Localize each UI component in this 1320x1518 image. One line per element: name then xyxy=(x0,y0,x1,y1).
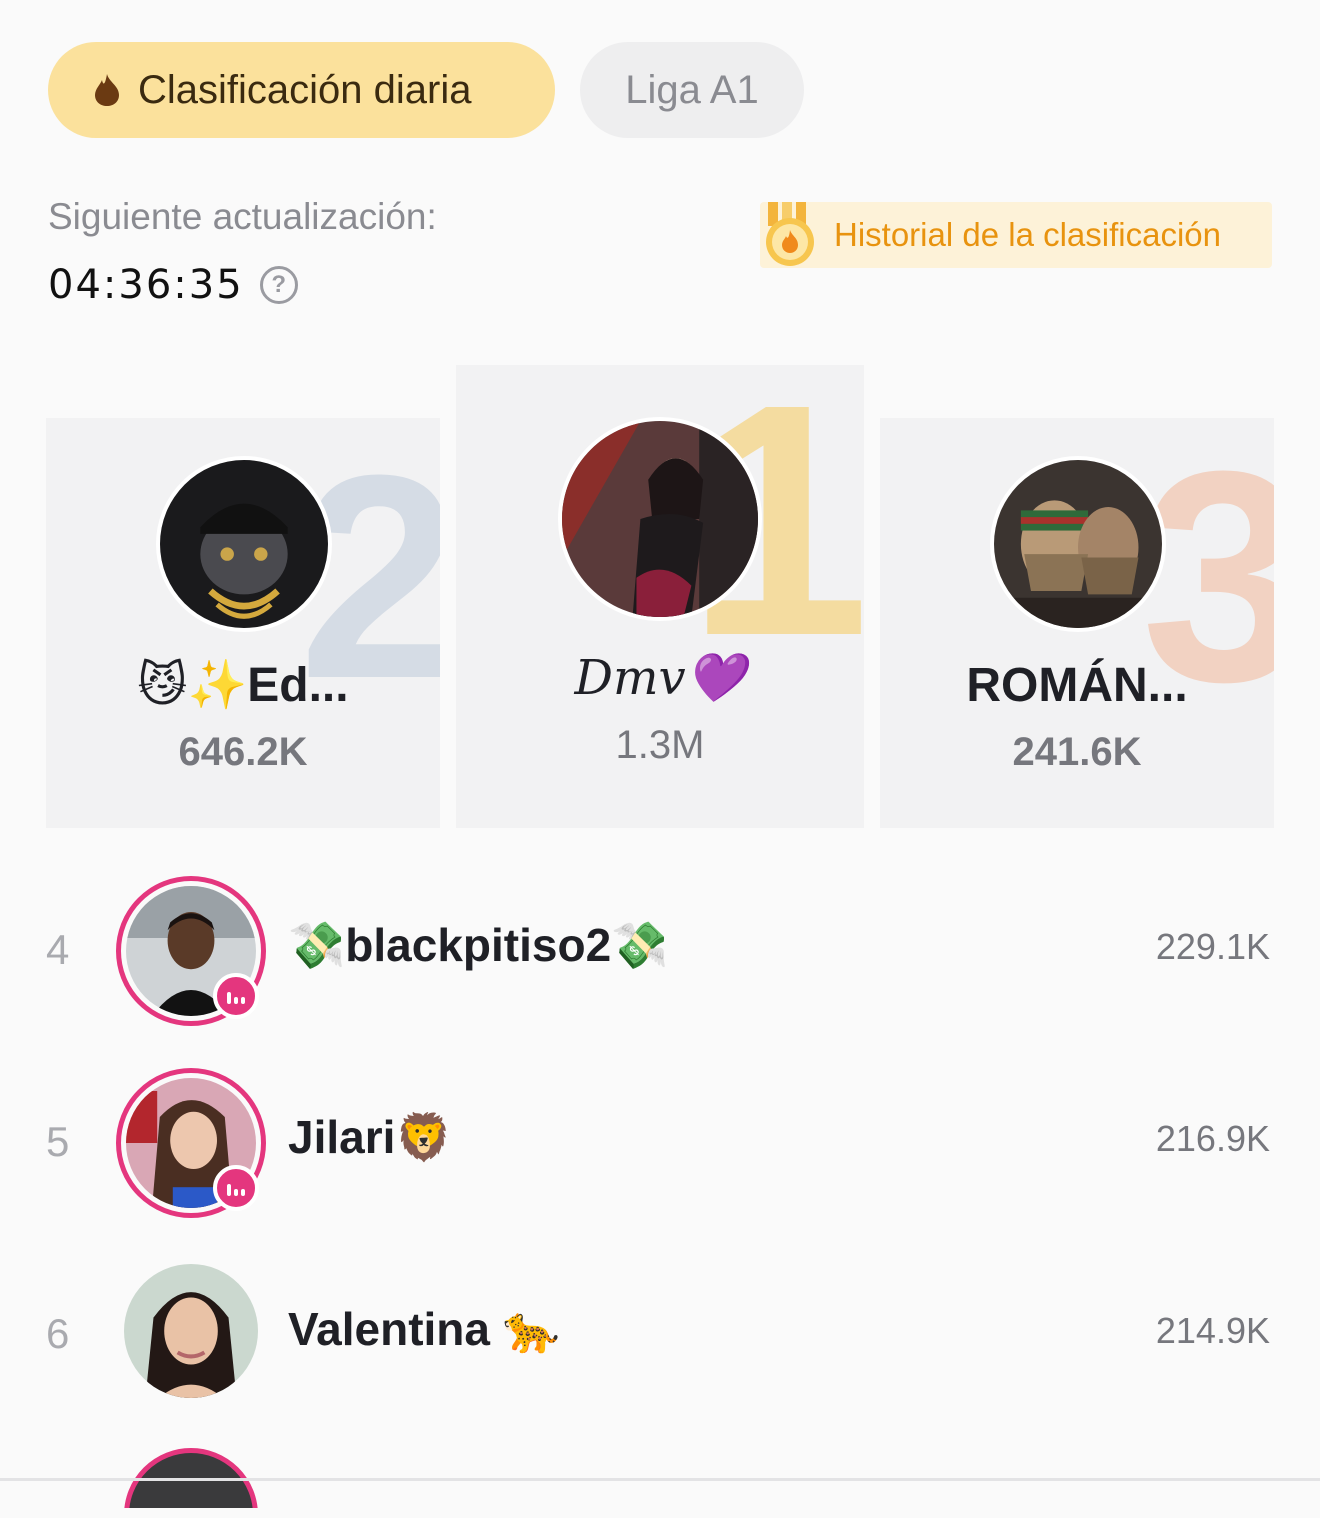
tab-league-label: Liga A1 xyxy=(625,67,759,112)
divider xyxy=(0,1478,1320,1481)
avatar-wrap[interactable] xyxy=(124,1264,258,1398)
countdown: 04:36:35 ? xyxy=(48,262,298,308)
podium-name: Dmv💜 xyxy=(574,650,746,706)
podium-score: 646.2K xyxy=(178,730,308,774)
list-name: 💸blackpitiso2💸 xyxy=(288,919,669,971)
live-badge-icon xyxy=(213,1165,259,1211)
podium-third[interactable]: 3 ROMÁN... 241.6K xyxy=(880,418,1274,828)
list-item[interactable]: 4 💸blackpitiso2💸 229.1K xyxy=(0,870,1320,1030)
avatar xyxy=(124,1264,258,1398)
podium-first[interactable]: 1 Dmv💜 1.3M xyxy=(456,365,864,828)
ranking-history-label: Historial de la clasificación xyxy=(834,216,1221,253)
avatar[interactable] xyxy=(558,417,762,621)
podium-name: 😼✨Ed... xyxy=(137,659,349,712)
list-score: 214.9K xyxy=(1155,1310,1270,1351)
podium-score: 241.6K xyxy=(1012,730,1142,774)
countdown-time: 04:36:35 xyxy=(48,262,244,308)
help-icon[interactable]: ? xyxy=(259,266,298,304)
podium-second[interactable]: 2 😼✨Ed... 646.2K xyxy=(46,418,440,828)
podium-name: ROMÁN... xyxy=(966,659,1188,712)
avatar[interactable] xyxy=(156,456,332,632)
list-item[interactable]: 6 Valentina 🐆 214.9K xyxy=(0,1254,1320,1414)
medal-icon xyxy=(766,202,814,266)
list-rank: 5 xyxy=(46,1118,70,1165)
list-name: Jilari🦁 xyxy=(288,1111,453,1163)
avatar[interactable] xyxy=(990,456,1166,632)
avatar-live[interactable] xyxy=(116,1068,266,1218)
podium-score: 1.3M xyxy=(615,723,705,767)
ranking-history-button[interactable]: Historial de la clasificación xyxy=(760,202,1272,268)
tab-league[interactable]: Liga A1 xyxy=(580,42,804,138)
flame-icon xyxy=(95,74,119,106)
avatar-live[interactable] xyxy=(116,876,266,1026)
list-name: Valentina 🐆 xyxy=(288,1303,561,1355)
next-update-label: Siguiente actualización: xyxy=(48,196,437,237)
tab-daily-ranking[interactable]: Clasificación diaria xyxy=(48,42,555,138)
tab-daily-label: Clasificación diaria xyxy=(138,67,472,112)
list-rank: 4 xyxy=(46,926,70,973)
list-item[interactable]: 5 Jilari🦁 216.9K xyxy=(0,1062,1320,1222)
live-badge-icon xyxy=(213,973,259,1019)
list-score: 229.1K xyxy=(1155,926,1270,967)
list-score: 216.9K xyxy=(1155,1118,1270,1159)
list-rank: 6 xyxy=(46,1310,70,1357)
